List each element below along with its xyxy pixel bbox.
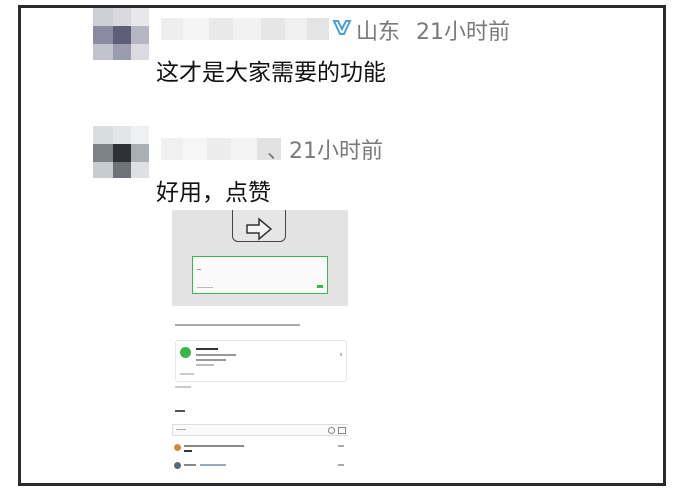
image-text-line [184,445,244,447]
wechat-icon [180,347,191,358]
image-text-line [200,464,226,466]
image-text-line [184,450,192,452]
arrow-right-icon [232,210,286,242]
image-text-line [338,445,344,447]
username-blurred[interactable] [161,18,331,40]
wechat-card [175,340,347,382]
comment-text: 好用，点赞 [156,180,271,206]
avatar [174,444,181,451]
highlighted-input-box [192,256,328,294]
image-text-line [175,324,300,326]
screenshot-frame: 山东 21小时前 这才是大家需要的功能 、21小时前 好用，点赞 [18,5,666,486]
image-comment-input [172,424,348,436]
comment-time: 、21小时前 [267,139,383,164]
comment-location: 山东 [356,20,401,45]
attached-image[interactable] [172,210,348,480]
avatar[interactable] [93,126,149,178]
image-text-line [184,464,196,466]
username-blurred[interactable] [161,138,283,160]
comment-time: 21小时前 [416,20,510,45]
image-text-line [175,410,185,412]
avatar [174,462,181,469]
image-preview-area [172,210,348,306]
comment-text: 这才是大家需要的功能 [156,60,386,86]
location-pin-icon [332,20,352,35]
image-text-line [338,464,344,466]
image-text-line [175,386,191,388]
avatar[interactable] [93,8,149,60]
